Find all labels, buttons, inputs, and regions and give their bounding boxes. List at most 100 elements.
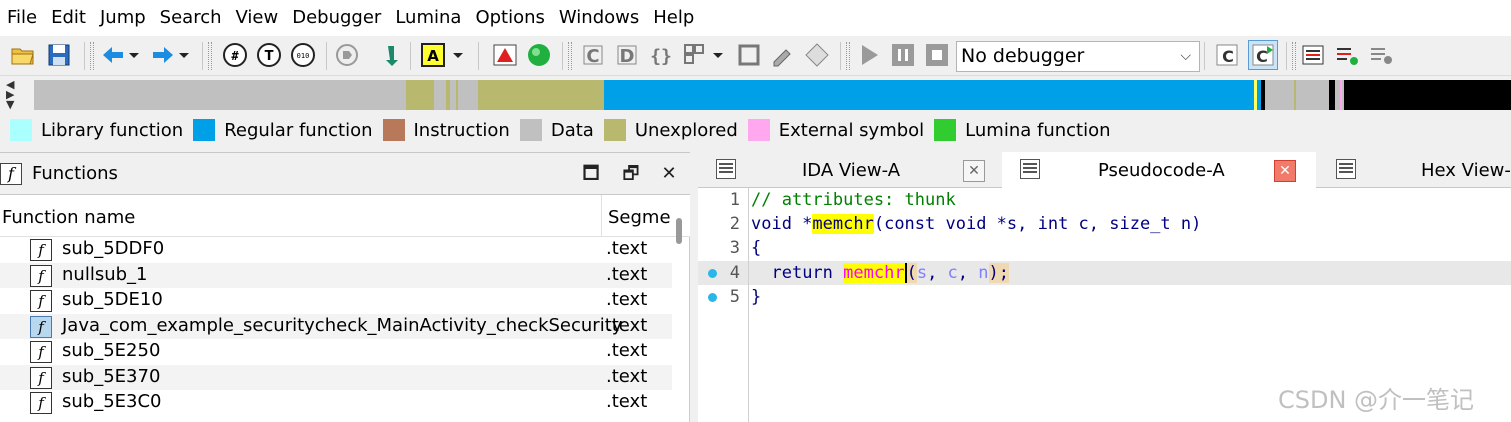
tab-ida-view-a[interactable]: IDA View-A ✕ bbox=[698, 152, 998, 188]
diamond-icon[interactable] bbox=[802, 40, 832, 70]
function-segment: .text bbox=[606, 314, 648, 336]
table-row[interactable]: f sub_5DE10 .text bbox=[0, 288, 672, 314]
menu-help[interactable]: Help bbox=[646, 0, 701, 36]
undefine-icon[interactable] bbox=[734, 40, 764, 70]
highlighted-identifier[interactable]: memchr bbox=[843, 263, 905, 283]
c-icon[interactable]: C bbox=[1212, 40, 1242, 70]
breakpoint-dot-icon[interactable] bbox=[708, 269, 717, 278]
code-line[interactable]: 3 { bbox=[698, 236, 1511, 260]
table-row[interactable]: f sub_5E250 .text bbox=[0, 339, 672, 365]
navband-data-segment bbox=[458, 80, 478, 110]
code-line[interactable]: 5 } bbox=[698, 285, 1511, 309]
code-text: void *memchr(const void *s, int c, size_… bbox=[751, 212, 1201, 236]
array-icon[interactable] bbox=[680, 40, 710, 70]
code-token: void * bbox=[751, 214, 813, 234]
function-icon: f bbox=[30, 341, 52, 363]
functions-title: Functions bbox=[32, 163, 118, 184]
table-row[interactable]: f nullsub_1 .text bbox=[0, 262, 672, 288]
legend-label: Library function bbox=[41, 119, 184, 141]
list-red-icon[interactable] bbox=[1298, 40, 1328, 70]
legend-swatch bbox=[603, 119, 626, 141]
run-to-icon[interactable] bbox=[332, 40, 362, 70]
restore-icon[interactable]: 🗗 bbox=[620, 163, 642, 185]
text-cursor: ( bbox=[904, 263, 917, 283]
chevron-down-icon[interactable] bbox=[176, 40, 192, 70]
legend: Library function Regular function Instru… bbox=[0, 114, 1111, 146]
highlighted-identifier[interactable]: memchr bbox=[812, 214, 874, 234]
text-icon[interactable]: T bbox=[254, 40, 284, 70]
tab-hex-view[interactable]: Hex View- bbox=[1318, 152, 1511, 188]
navigation-band[interactable] bbox=[34, 80, 1511, 110]
navband-scroll-arrows[interactable]: ◀ ▶ ▼ bbox=[6, 79, 28, 112]
functions-scrollbar[interactable] bbox=[676, 218, 682, 244]
navband-data-segment bbox=[34, 80, 406, 110]
menu-file[interactable]: File bbox=[0, 0, 44, 36]
chevron-down-icon[interactable] bbox=[450, 40, 466, 70]
open-folder-icon[interactable] bbox=[8, 40, 38, 70]
chevron-down-icon: ⌵ bbox=[1180, 48, 1191, 64]
list-add-icon[interactable] bbox=[1332, 40, 1362, 70]
table-row[interactable]: f sub_5E3C0 .text bbox=[0, 390, 672, 416]
close-icon[interactable]: ✕ bbox=[1274, 160, 1296, 182]
menu-options[interactable]: Options bbox=[468, 0, 551, 36]
green-circle-icon[interactable] bbox=[524, 40, 554, 70]
forward-arrow-icon[interactable] bbox=[148, 40, 178, 70]
code-line-current[interactable]: 4 return memchr (s, c, n); bbox=[698, 261, 1511, 285]
c-green-icon[interactable]: C bbox=[1248, 40, 1278, 70]
hex-icon[interactable]: # bbox=[220, 40, 250, 70]
highlight-text-icon[interactable]: A bbox=[418, 40, 448, 70]
mark-red-icon[interactable] bbox=[490, 40, 520, 70]
binary-icon[interactable]: 010 bbox=[288, 40, 318, 70]
struct-icon[interactable]: {} bbox=[646, 40, 676, 70]
line-number: 1 bbox=[729, 190, 740, 210]
table-row[interactable]: f sub_5DDF0 .text bbox=[0, 237, 672, 263]
chevron-down-icon[interactable] bbox=[710, 40, 726, 70]
maximize-icon[interactable]: 🗖 bbox=[580, 163, 602, 185]
menu-edit[interactable]: Edit bbox=[44, 0, 93, 36]
pause-icon[interactable] bbox=[888, 40, 918, 70]
function-segment: .text bbox=[606, 263, 648, 285]
menu-search[interactable]: Search bbox=[153, 0, 229, 36]
play-icon[interactable] bbox=[854, 40, 884, 70]
code-variable[interactable]: s bbox=[917, 263, 927, 283]
svg-text:C: C bbox=[1256, 47, 1268, 66]
legend-item: External symbol bbox=[747, 119, 924, 141]
close-icon[interactable]: ✕ bbox=[963, 160, 985, 182]
legend-swatch bbox=[382, 119, 405, 141]
legend-item: Unexplored bbox=[603, 119, 738, 141]
code-icon[interactable]: C bbox=[578, 40, 608, 70]
table-row[interactable]: f Java_com_example_securitycheck_MainAct… bbox=[0, 313, 672, 339]
back-arrow-icon[interactable] bbox=[98, 40, 128, 70]
code-variable[interactable]: n bbox=[978, 263, 988, 283]
legend-label: Instruction bbox=[413, 119, 510, 141]
list-settings-icon[interactable] bbox=[1366, 40, 1396, 70]
jump-down-icon[interactable] bbox=[376, 40, 406, 70]
column-function-name[interactable]: Function name bbox=[2, 207, 135, 228]
line-number: 4 bbox=[729, 263, 740, 283]
tab-pseudocode-a[interactable]: Pseudocode-A ✕ bbox=[1002, 152, 1316, 188]
menu-lumina[interactable]: Lumina bbox=[388, 0, 468, 36]
function-icon: f bbox=[30, 264, 52, 287]
table-row[interactable]: f sub_5E370 .text bbox=[0, 364, 672, 390]
stop-icon[interactable] bbox=[922, 40, 952, 70]
close-icon[interactable]: ✕ bbox=[658, 163, 680, 185]
rename-icon[interactable] bbox=[768, 40, 798, 70]
menu-view[interactable]: View bbox=[229, 0, 286, 36]
function-segment: .text bbox=[606, 238, 648, 259]
toolbar: # T 010 A C D {} No debugger ⌵ C C bbox=[0, 36, 1511, 76]
save-icon[interactable] bbox=[44, 40, 74, 70]
menu-windows[interactable]: Windows bbox=[552, 0, 646, 36]
menu-jump[interactable]: Jump bbox=[93, 0, 153, 36]
code-variable[interactable]: c bbox=[948, 263, 958, 283]
data-icon[interactable]: D bbox=[612, 40, 642, 70]
code-line[interactable]: 1 // attributes: thunk bbox=[698, 188, 1511, 212]
debugger-select[interactable]: No debugger ⌵ bbox=[956, 41, 1200, 72]
code-line[interactable]: 2 void *memchr(const void *s, int c, siz… bbox=[698, 212, 1511, 236]
legend-label: Lumina function bbox=[965, 119, 1111, 141]
column-segment[interactable]: Segmer bbox=[608, 207, 672, 228]
chevron-down-icon[interactable] bbox=[126, 40, 142, 70]
code-token: , bbox=[957, 263, 979, 283]
function-name: sub_5DDF0 bbox=[62, 238, 165, 259]
breakpoint-dot-icon[interactable] bbox=[708, 293, 717, 302]
menu-debugger[interactable]: Debugger bbox=[285, 0, 388, 36]
